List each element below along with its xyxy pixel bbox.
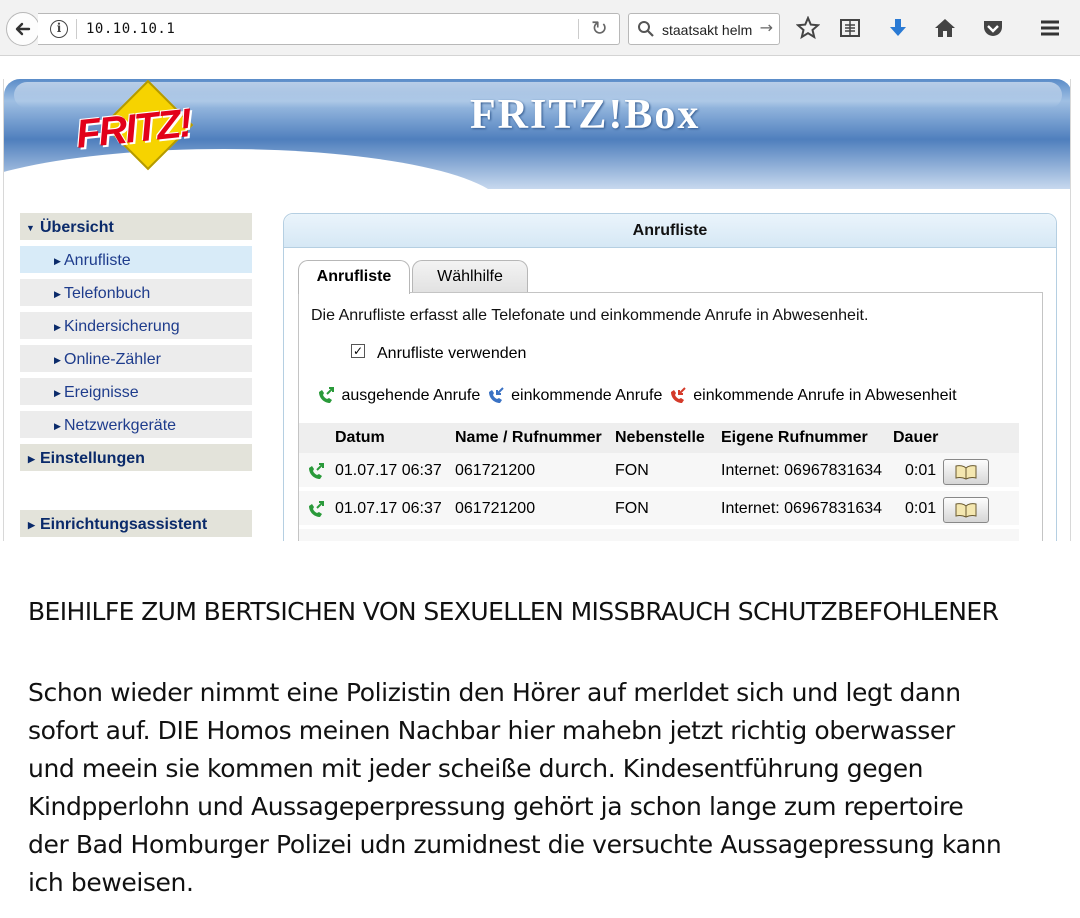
table-row: 01.07.17 06:37 061721200 FON Internet: 0… xyxy=(299,491,1019,527)
call-type-legend: ausgehende Anrufe einkommende Anrufe ein… xyxy=(315,385,957,409)
anrufliste-panel: Anrufliste Anrufliste Wählhilfe Die Anru… xyxy=(283,213,1057,541)
cell-rufnummer: 061721200 xyxy=(455,500,536,517)
search-go-icon[interactable]: → xyxy=(760,18,773,37)
outgoing-call-icon xyxy=(309,463,324,479)
caption-line: ich beweisen. xyxy=(28,868,194,897)
cell-rufnummer: 061721200 xyxy=(455,462,536,479)
phonebook-icon xyxy=(955,503,977,518)
column-header[interactable]: Name / Rufnummer xyxy=(455,423,602,453)
menu-icon[interactable] xyxy=(1036,14,1064,42)
search-bar[interactable]: staatsakt helm → xyxy=(628,13,780,45)
sidebar-item-label: Einstellungen xyxy=(40,450,145,467)
sidebar-item-label: Online-Zähler xyxy=(64,351,161,368)
table-row: 01.07.17 06:37 061721200 FON Internet: 0… xyxy=(299,453,1019,489)
add-to-phonebook-button[interactable] xyxy=(943,497,989,523)
caption-heading: BEIHILFE ZUM BERTSICHEN VON SEXUELLEN MI… xyxy=(28,597,999,626)
sidebar-item-label: Ereignisse xyxy=(64,384,139,401)
browser-toolbar: i 10.10.10.1 ↻ staatsakt helm → xyxy=(0,0,1080,56)
sidebar-item-label: Übersicht xyxy=(40,219,114,236)
search-icon xyxy=(638,21,654,37)
sidebar-item-netzwerkgeraete[interactable]: ▶ Netzwerkgeräte xyxy=(20,411,252,441)
column-header[interactable]: Datum xyxy=(335,423,385,453)
phonebook-icon xyxy=(955,465,977,480)
incoming-call-icon xyxy=(488,387,504,403)
home-icon[interactable] xyxy=(931,14,959,42)
chevron-right-icon: ▶ xyxy=(28,454,35,464)
panel-title: Anrufliste xyxy=(284,214,1056,248)
logo-text: FRITZ! xyxy=(73,101,193,157)
sidebar-item-ereignisse[interactable]: ▶ Ereignisse xyxy=(20,378,252,408)
anrufliste-checkbox[interactable]: ✓ xyxy=(351,344,365,358)
sidebar-item-einrichtungsassistent[interactable]: ▶ Einrichtungsassistent xyxy=(20,510,252,540)
cell-datum: 01.07.17 06:37 xyxy=(335,462,442,479)
add-to-phonebook-button[interactable] xyxy=(943,459,989,485)
caption-line: sofort auf. DIE Homos meinen Nachbar hie… xyxy=(28,716,955,745)
url-separator xyxy=(76,19,77,39)
caption-line: und meein sie kommen mit jeder scheiße d… xyxy=(28,754,924,783)
chevron-right-icon: ▶ xyxy=(28,520,35,530)
cell-nebenstelle: FON xyxy=(615,500,649,517)
chevron-right-icon: ▶ xyxy=(54,355,61,365)
column-header[interactable]: Eigene Rufnummer xyxy=(721,423,868,453)
sidebar-item-online-zaehler[interactable]: ▶ Online-Zähler xyxy=(20,345,252,375)
chevron-right-icon: ▶ xyxy=(54,388,61,398)
cell-datum: 01.07.17 06:37 xyxy=(335,500,442,517)
outgoing-call-icon xyxy=(319,387,334,403)
cell-nebenstelle: FON xyxy=(615,462,649,479)
header-banner: FRITZ! FRITZ!Box xyxy=(4,79,1070,269)
reload-icon[interactable]: ↻ xyxy=(591,16,608,40)
sidebar-item-anrufliste[interactable]: ▶ Anrufliste xyxy=(20,246,252,276)
reader-icon[interactable] xyxy=(836,14,864,42)
chevron-right-icon: ▶ xyxy=(54,289,61,299)
back-arrow-icon xyxy=(15,22,31,36)
caption-line: der Bad Homburger Polizei udn zumidnest … xyxy=(28,830,1002,859)
sidebar-item-telefonbuch[interactable]: ▶ Telefonbuch xyxy=(20,279,252,309)
download-icon[interactable] xyxy=(884,14,912,42)
chevron-right-icon: ▶ xyxy=(54,256,61,266)
sidebar-item-kindersicherung[interactable]: ▶ Kindersicherung xyxy=(20,312,252,342)
description-text: Die Anrufliste erfasst alle Telefonate u… xyxy=(311,307,869,324)
chevron-down-icon: ▼ xyxy=(26,223,35,233)
url-bar[interactable]: i 10.10.10.1 ↻ xyxy=(38,13,620,45)
column-header[interactable]: Nebenstelle xyxy=(615,423,705,453)
cell-dauer: 0:01 xyxy=(905,500,937,517)
outgoing-call-icon xyxy=(309,501,324,517)
caption-line: Schon wieder nimmt eine Polizistin den H… xyxy=(28,678,961,707)
caption-line: Kindpperlohn und Aussageperpressung gehö… xyxy=(28,792,964,821)
sidebar-item-label: Anrufliste xyxy=(64,252,131,269)
missed-call-icon xyxy=(670,387,686,403)
legend-outgoing: ausgehende Anrufe xyxy=(341,387,481,404)
sidebar-item-label: Einrichtungsassistent xyxy=(40,516,208,533)
column-header[interactable]: Dauer xyxy=(893,423,938,453)
table-row-cut-off xyxy=(299,529,1019,541)
sidebar-item-label: Telefonbuch xyxy=(64,285,151,302)
fritz-logo[interactable]: FRITZ! xyxy=(72,79,222,177)
back-button[interactable] xyxy=(6,12,40,46)
brand-title: FRITZ!Box xyxy=(470,92,701,138)
search-input[interactable]: staatsakt helm xyxy=(662,22,757,38)
cell-dauer: 0:01 xyxy=(905,462,937,479)
caption-body: Schon wieder nimmt eine Polizistin den H… xyxy=(28,674,1068,902)
sidebar-item-einstellungen[interactable]: ▶ Einstellungen xyxy=(20,444,252,474)
star-icon[interactable] xyxy=(794,14,822,42)
url-text[interactable]: 10.10.10.1 xyxy=(86,21,175,37)
sidebar-item-uebersicht[interactable]: ▼ Übersicht xyxy=(20,213,252,243)
cell-eigene-rufnummer: Internet: 06967831634 xyxy=(721,500,883,517)
tab-waehlhilfe[interactable]: Wählhilfe xyxy=(412,260,528,292)
url-separator xyxy=(578,19,579,39)
cell-eigene-rufnummer: Internet: 06967831634 xyxy=(721,462,883,479)
tab-anrufliste[interactable]: Anrufliste xyxy=(298,260,410,294)
pocket-icon[interactable] xyxy=(979,14,1007,42)
legend-incoming: einkommende Anrufe xyxy=(511,387,663,404)
chevron-right-icon: ▶ xyxy=(54,322,61,332)
info-icon[interactable]: i xyxy=(50,20,68,38)
legend-missed: einkommende Anrufe in Abwesenheit xyxy=(693,387,957,404)
page-gap xyxy=(0,57,1080,79)
sidebar-item-label: Netzwerkgeräte xyxy=(64,417,177,434)
sidebar-item-label: Kindersicherung xyxy=(64,318,180,335)
tab-content: Die Anrufliste erfasst alle Telefonate u… xyxy=(298,292,1043,541)
chevron-right-icon: ▶ xyxy=(54,421,61,431)
checkbox-label: Anrufliste verwenden xyxy=(377,345,527,362)
fritzbox-page: FRITZ! FRITZ!Box ▼ Übersicht ▶ Anruflist… xyxy=(3,79,1071,541)
